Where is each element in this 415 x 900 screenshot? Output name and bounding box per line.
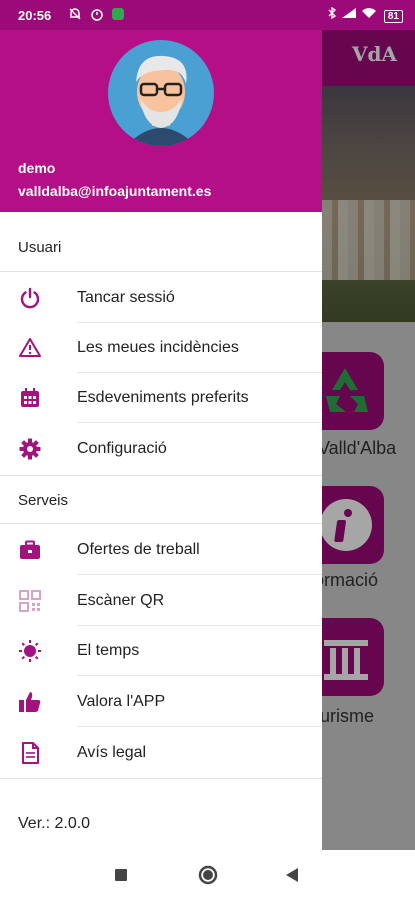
user-email: valldalba@infoajuntament.es xyxy=(18,183,212,199)
drawer-header: demo valldalba@infoajuntament.es xyxy=(0,0,322,212)
system-navigation-bar xyxy=(0,850,415,900)
system-icons: 81 xyxy=(326,6,403,23)
wifi-icon xyxy=(361,8,376,18)
divider xyxy=(0,778,322,779)
battery-indicator: 81 xyxy=(383,10,403,23)
warning-icon xyxy=(19,338,41,357)
menu-item-label: Esdeveniments preferits xyxy=(77,389,249,406)
divider xyxy=(77,574,322,575)
user-avatar-icon xyxy=(126,55,196,146)
menu-item-job-offers[interactable]: Ofertes de treball xyxy=(0,525,322,575)
user-name: demo xyxy=(18,160,56,176)
divider xyxy=(0,475,322,476)
app-version: Ver.: 2.0.0 xyxy=(18,815,91,832)
menu-item-label: Valora l'APP xyxy=(77,693,166,710)
power-icon xyxy=(20,287,40,309)
alarm-icon xyxy=(90,9,103,21)
menu-item-logout[interactable]: Tancar sessió xyxy=(0,273,322,323)
menu-item-label: Ofertes de treball xyxy=(77,541,200,558)
back-button[interactable] xyxy=(285,867,299,888)
menu-item-label: Les meues incidències xyxy=(77,339,239,356)
menu-item-weather[interactable]: El temps xyxy=(0,626,322,676)
status-bar: 20:56 81 xyxy=(0,0,415,30)
section-title-services: Serveis xyxy=(18,492,69,509)
sun-icon xyxy=(19,640,41,662)
navigation-drawer: demo valldalba@infoajuntament.es Usuari … xyxy=(0,0,322,850)
menu-item-label: El temps xyxy=(77,642,140,659)
divider xyxy=(77,726,322,727)
menu-item-settings[interactable]: Configuració xyxy=(0,424,322,474)
menu-item-my-incidents[interactable]: Les meues incidències xyxy=(0,323,322,373)
square-icon xyxy=(115,869,127,881)
bell-off-icon xyxy=(69,8,81,20)
menu-item-favorite-events[interactable]: Esdeveniments preferits xyxy=(0,373,322,423)
recents-button[interactable] xyxy=(114,868,128,887)
menu-item-label: Escàner QR xyxy=(77,592,165,609)
menu-item-label: Tancar sessió xyxy=(77,289,175,306)
section-title-user: Usuari xyxy=(18,239,62,256)
menu-item-rate-app[interactable]: Valora l'APP xyxy=(0,677,322,727)
app-notification-icon xyxy=(112,8,125,20)
signal-icon xyxy=(342,8,357,18)
qr-code-icon xyxy=(19,590,41,612)
menu-item-label: Avís legal xyxy=(77,744,147,761)
divider xyxy=(77,675,322,676)
avatar xyxy=(108,40,214,146)
document-icon xyxy=(22,742,39,764)
gear-icon xyxy=(19,438,41,460)
menu-item-label: Configuració xyxy=(77,440,167,457)
menu-item-legal-notice[interactable]: Avís legal xyxy=(0,728,322,778)
divider xyxy=(77,422,322,423)
status-time: 20:56 xyxy=(18,8,52,23)
thumbs-up-icon xyxy=(19,692,41,712)
divider xyxy=(0,523,322,524)
home-button[interactable] xyxy=(198,865,218,890)
triangle-back-icon xyxy=(286,868,298,882)
bluetooth-icon xyxy=(328,6,336,20)
menu-item-qr-scanner[interactable]: Escàner QR xyxy=(0,576,322,626)
notification-icons xyxy=(68,7,125,24)
calendar-icon xyxy=(21,388,39,407)
circle-icon xyxy=(198,865,218,885)
divider xyxy=(0,271,322,272)
briefcase-icon xyxy=(20,540,40,559)
